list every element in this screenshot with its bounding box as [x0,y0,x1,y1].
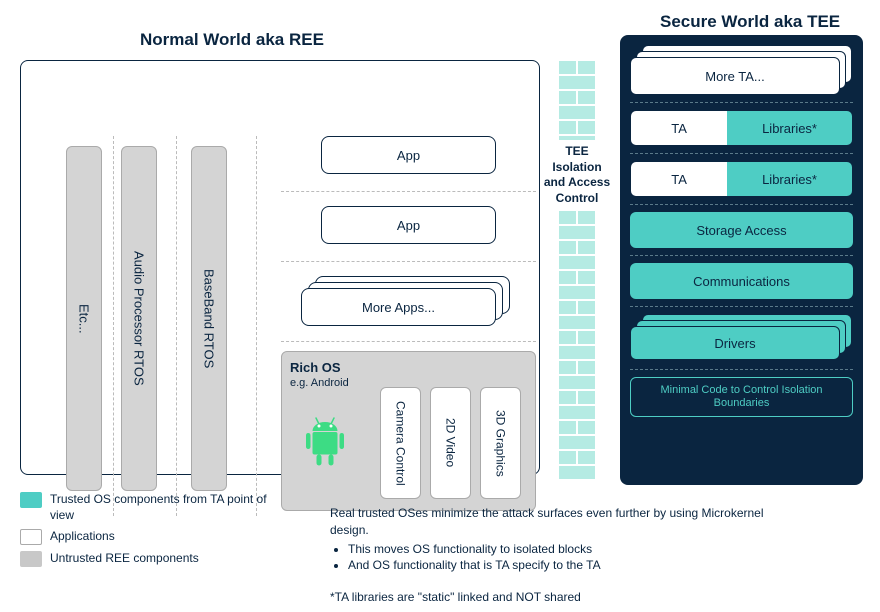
more-ta-stack: More TA... [630,45,853,95]
legend-row: Trusted OS components from TA point of v… [20,492,270,523]
legend-row: Applications [20,529,270,545]
communications-row: Communications [630,263,853,299]
tee-title: Secure World aka TEE [660,12,840,32]
divider [630,306,853,307]
divider [281,261,536,262]
more-apps-stack: More Apps... [301,276,511,324]
drivers-box: Drivers [630,326,840,360]
richos-col-3dgraphics: 3D Graphics [480,387,521,499]
libraries-cell: Libraries* [727,162,852,196]
legend-text: Trusted OS components from TA point of v… [50,492,270,523]
legend: Trusted OS components from TA point of v… [20,492,270,573]
richos-col-2dvideo: 2D Video [430,387,471,499]
divider [630,102,853,103]
divider [256,136,257,516]
footnote: *TA libraries are "static" linked and NO… [330,590,581,604]
ta-cell: TA [631,162,727,196]
notes-intro: Real trusted OSes minimize the attack su… [330,505,790,539]
legend-text: Applications [50,529,115,545]
rich-os-box: Rich OS e.g. Android Camera Control 2D V… [281,351,536,511]
divider [630,255,853,256]
divider [281,191,536,192]
swatch-applications [20,529,42,545]
divider [176,136,177,516]
rich-os-label: Rich OS [290,360,527,375]
notes-bullet: This moves OS functionality to isolated … [348,541,790,558]
swatch-untrusted [20,551,42,567]
divider [630,153,853,154]
notes-bullet: And OS functionality that is TA specify … [348,557,790,574]
isolation-wall [558,60,596,478]
app-box: App [321,206,496,244]
drivers-stack: Drivers [630,314,853,362]
storage-access-row: Storage Access [630,212,853,248]
divider [630,204,853,205]
more-ta-box: More TA... [630,57,840,95]
ta-cell: TA [631,111,727,145]
libraries-cell: Libraries* [727,111,852,145]
col-baseband-rtos: BaseBand RTOS [191,146,227,491]
col-audio-rtos: Audio Processor RTOS [121,146,157,491]
app-box: App [321,136,496,174]
minimal-code-row: Minimal Code to Control Isolation Bounda… [630,377,853,417]
ree-container: Etc... Audio Processor RTOS BaseBand RTO… [20,60,540,475]
ta-row: TA Libraries* [630,110,853,146]
more-apps-box: More Apps... [301,288,496,326]
android-icon [300,412,350,472]
divider [113,136,114,516]
richos-col-camera: Camera Control [380,387,421,499]
divider [281,341,536,342]
legend-text: Untrusted REE components [50,551,199,567]
swatch-trusted [20,492,42,508]
legend-row: Untrusted REE components [20,551,270,567]
isolation-label: TEE Isolation and Access Control [541,140,613,210]
divider [630,369,853,370]
notes: Real trusted OSes minimize the attack su… [330,505,790,580]
col-etc: Etc... [66,146,102,491]
tee-container: More TA... TA Libraries* TA Libraries* S… [620,35,863,485]
ree-title: Normal World aka REE [140,30,324,50]
ta-row: TA Libraries* [630,161,853,197]
